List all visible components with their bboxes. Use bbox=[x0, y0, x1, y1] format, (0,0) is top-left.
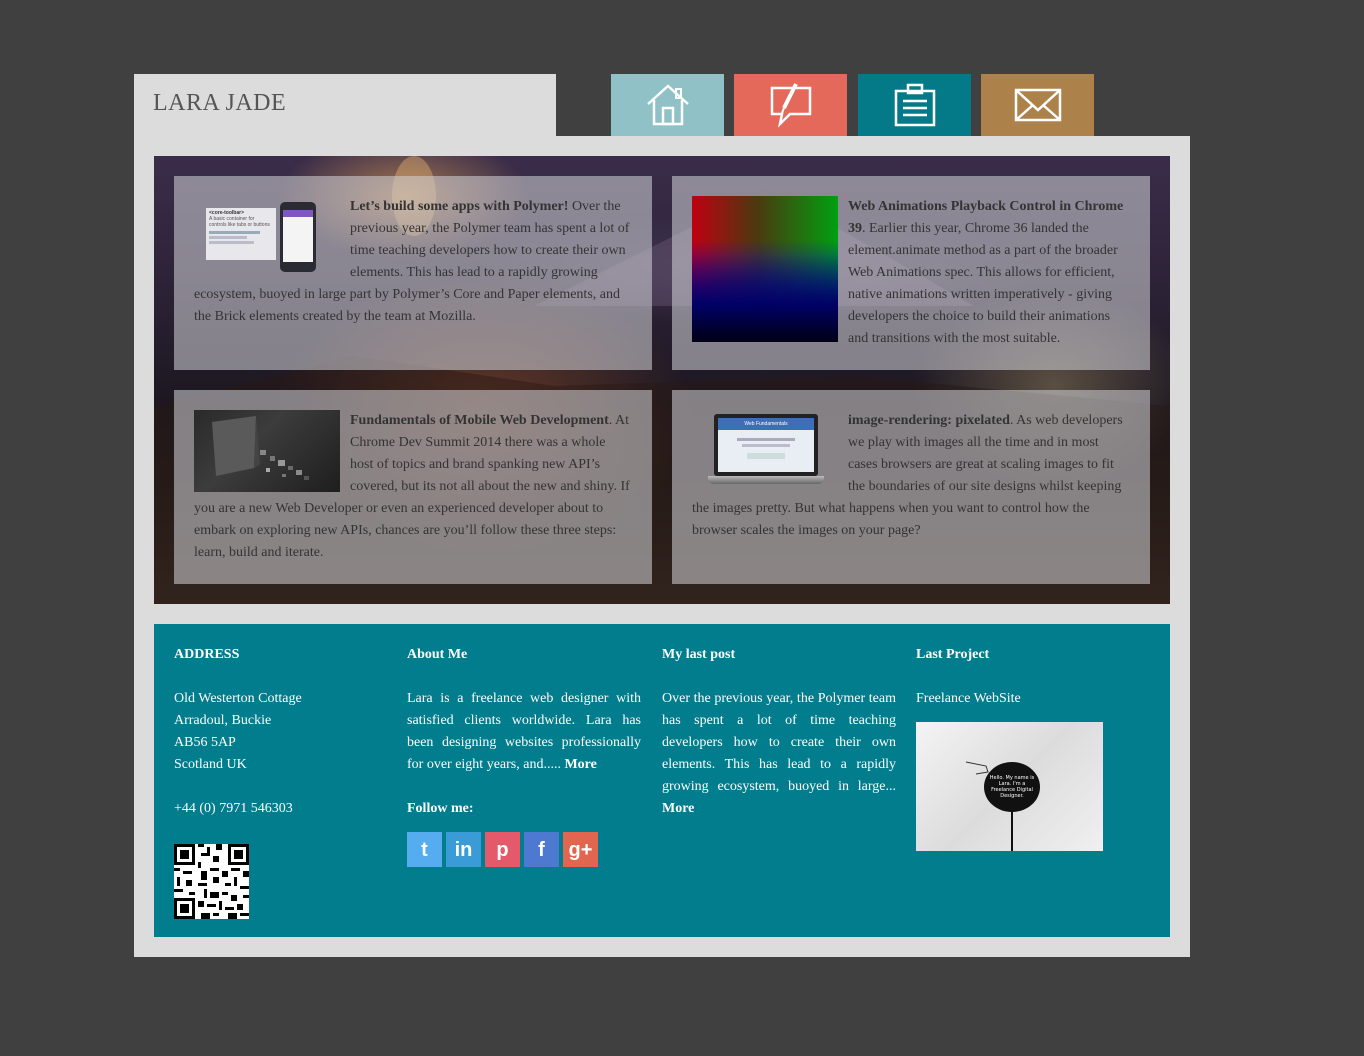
post-card[interactable]: Web Animations Playback Control in Chrom… bbox=[672, 176, 1150, 370]
post-title[interactable]: Fundamentals of Mobile Web Development bbox=[350, 413, 609, 428]
shattered-cube-thumbnail bbox=[194, 410, 340, 492]
laptop-thumbnail: Web Fundamentals bbox=[692, 410, 838, 492]
site-logo-bar: LARA JADE bbox=[134, 74, 556, 136]
pinterest-icon[interactable]: p bbox=[485, 832, 520, 867]
address-line: Arradoul, Buckie bbox=[174, 713, 272, 728]
address-line: Old Westerton Cottage bbox=[174, 691, 302, 706]
nav-portfolio-button[interactable] bbox=[858, 74, 971, 136]
last-post-heading: My last post bbox=[662, 647, 736, 662]
footer-last-project: Last Project Freelance WebSite Hello. My… bbox=[916, 644, 1116, 851]
about-text: Lara is a freelance web designer with sa… bbox=[407, 691, 641, 772]
nav-blog-button[interactable] bbox=[734, 74, 847, 136]
post-card[interactable]: Fundamentals of Mobile Web Development. … bbox=[174, 390, 652, 584]
site-logo[interactable]: LARA JADE bbox=[153, 90, 286, 117]
footer-last-post: My last post Over the previous year, the… bbox=[662, 644, 896, 820]
footer-about: About Me Lara is a freelance web designe… bbox=[407, 644, 641, 867]
social-links: t in p f g+ bbox=[407, 832, 641, 867]
phone-image bbox=[280, 202, 316, 272]
twitter-icon[interactable]: t bbox=[407, 832, 442, 867]
last-project-image[interactable]: Hello. My name is Lara. I'm a Freelance … bbox=[916, 722, 1103, 851]
address-line: Scotland UK bbox=[174, 757, 247, 772]
follow-heading: Follow me: bbox=[407, 801, 474, 816]
post-card[interactable]: <core-toolbar> A basic container for con… bbox=[174, 176, 652, 370]
nav-home-button[interactable] bbox=[611, 74, 724, 136]
about-more-link[interactable]: More bbox=[564, 757, 596, 772]
thumb-code-caption: A basic container for controls like tabs… bbox=[209, 216, 270, 228]
post-body: . Earlier this year, Chrome 36 landed th… bbox=[848, 221, 1118, 346]
qr-code-pattern bbox=[174, 844, 249, 919]
footer: ADDRESS Old Westerton Cottage Arradoul, … bbox=[154, 624, 1170, 937]
hero-background: <core-toolbar> A basic container for con… bbox=[154, 156, 1170, 604]
last-project-title[interactable]: Freelance WebSite bbox=[916, 688, 1116, 710]
laptop-screen-title: Web Fundamentals bbox=[718, 418, 814, 430]
address-heading: ADDRESS bbox=[174, 647, 240, 662]
qr-code[interactable] bbox=[174, 844, 249, 919]
linkedin-icon[interactable]: in bbox=[446, 832, 481, 867]
clipboard-icon bbox=[894, 83, 935, 127]
phone-number[interactable]: +44 (0) 7971 546303 bbox=[174, 798, 384, 820]
color-gradient-thumbnail bbox=[692, 196, 838, 342]
envelope-icon bbox=[1014, 88, 1061, 122]
post-card[interactable]: Web Fundamentals image-rendering: pixela… bbox=[672, 390, 1150, 584]
speech-pen-icon bbox=[770, 83, 811, 128]
address-line: AB56 5AP bbox=[174, 735, 236, 750]
home-icon bbox=[646, 84, 689, 126]
speech-blob: Hello. My name is Lara. I'm a Freelance … bbox=[984, 762, 1040, 812]
shatter-graphic bbox=[212, 416, 309, 480]
last-post-more-link[interactable]: More bbox=[662, 801, 694, 816]
laptop-base bbox=[708, 476, 824, 484]
google-plus-icon[interactable]: g+ bbox=[563, 832, 598, 867]
nav-contact-button[interactable] bbox=[981, 74, 1094, 136]
polymer-app-thumbnail: <core-toolbar> A basic container for con… bbox=[194, 196, 340, 278]
laptop-screen: Web Fundamentals bbox=[714, 414, 818, 476]
footer-address: ADDRESS Old Westerton Cottage Arradoul, … bbox=[174, 644, 384, 919]
last-post-text: Over the previous year, the Polymer team… bbox=[662, 691, 896, 794]
facebook-icon[interactable]: f bbox=[524, 832, 559, 867]
post-title[interactable]: image-rendering: pixelated bbox=[848, 413, 1010, 428]
post-title[interactable]: Let’s build some apps with Polymer! bbox=[350, 199, 568, 214]
last-project-heading: Last Project bbox=[916, 647, 990, 662]
speech-blob-text: Hello. My name is Lara. I'm a Freelance … bbox=[989, 775, 1035, 799]
about-heading: About Me bbox=[407, 647, 468, 662]
